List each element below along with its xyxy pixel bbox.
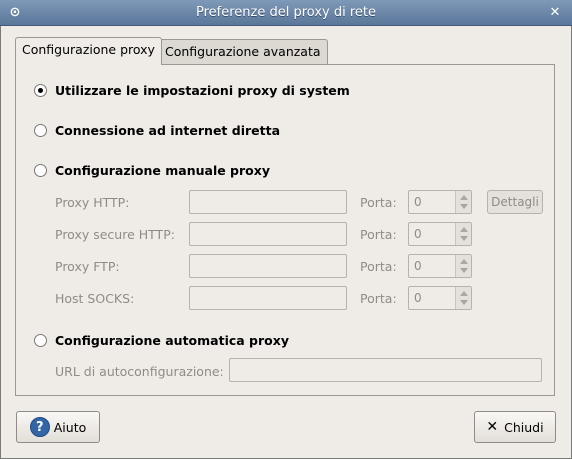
option-auto-proxy[interactable]: Configurazione automatica proxy [34, 331, 289, 349]
close-icon[interactable]: ✕ [546, 4, 564, 22]
http-proxy-label: Proxy HTTP: [55, 195, 130, 210]
ftp-proxy-label: Proxy FTP: [55, 259, 120, 274]
direct-connection-label: Connessione ad internet diretta [55, 122, 281, 138]
socks-host-input[interactable] [189, 286, 347, 310]
help-icon: ? [29, 417, 50, 437]
https-port-label: Porta: [360, 227, 397, 242]
title-bar: ⊙ Preferenze del proxy di rete ✕ [0, 0, 572, 26]
details-button[interactable]: Dettagli [487, 190, 543, 214]
close-x-icon: ✕ [486, 419, 499, 435]
option-direct-connection[interactable]: Connessione ad internet diretta [34, 121, 280, 139]
socks-port-spinner[interactable]: 0 [408, 286, 472, 310]
http-port-value: 0 [414, 195, 422, 209]
https-port-arrows[interactable] [455, 223, 471, 245]
dialog-body: Configurazione proxy Configurazione avan… [0, 26, 572, 459]
https-proxy-input[interactable] [189, 222, 347, 246]
http-port-spinner[interactable]: 0 [408, 190, 472, 214]
system-proxy-radio[interactable] [34, 83, 47, 97]
option-system-proxy[interactable]: Utilizzare le impostazioni proxy di syst… [34, 81, 350, 99]
tab-proxy-config[interactable]: Configurazione proxy [15, 37, 162, 65]
direct-connection-radio[interactable] [34, 123, 47, 137]
autoconfig-url-input[interactable] [229, 358, 542, 382]
https-proxy-label: Proxy secure HTTP: [55, 227, 175, 242]
http-proxy-input[interactable] [189, 190, 347, 214]
system-proxy-label: Utilizzare le impostazioni proxy di syst… [55, 82, 350, 98]
proxy-config-panel: Utilizzare le impostazioni proxy di syst… [15, 64, 555, 396]
option-manual-proxy[interactable]: Configurazione manuale proxy [34, 161, 270, 179]
manual-proxy-radio[interactable] [34, 163, 47, 177]
https-port-value: 0 [414, 227, 422, 241]
socks-host-label: Host SOCKS: [55, 291, 135, 306]
close-button[interactable]: ✕ Chiudi [474, 411, 556, 443]
socks-port-label: Porta: [360, 291, 397, 306]
socks-port-arrows[interactable] [455, 287, 471, 309]
http-port-arrows[interactable] [455, 191, 471, 213]
auto-proxy-radio[interactable] [34, 333, 47, 347]
http-port-label: Porta: [360, 195, 397, 210]
window-title: Preferenze del proxy di rete [195, 5, 377, 20]
auto-proxy-label: Configurazione automatica proxy [55, 332, 289, 348]
ftp-port-label: Porta: [360, 259, 397, 274]
ftp-port-spinner[interactable]: 0 [408, 254, 472, 278]
tab-advanced-config[interactable]: Configurazione avanzata [158, 39, 328, 65]
https-port-spinner[interactable]: 0 [408, 222, 472, 246]
ftp-port-value: 0 [414, 259, 422, 273]
help-button[interactable]: ? Aiuto [16, 411, 100, 443]
close-button-label: Chiudi [504, 419, 544, 435]
autoconfig-url-label: URL di autoconfigurazione: [55, 364, 224, 379]
manual-proxy-label: Configurazione manuale proxy [55, 162, 270, 178]
ftp-port-arrows[interactable] [455, 255, 471, 277]
socks-port-value: 0 [414, 291, 422, 305]
help-button-label: Aiuto [53, 419, 87, 435]
ftp-proxy-input[interactable] [189, 254, 347, 278]
